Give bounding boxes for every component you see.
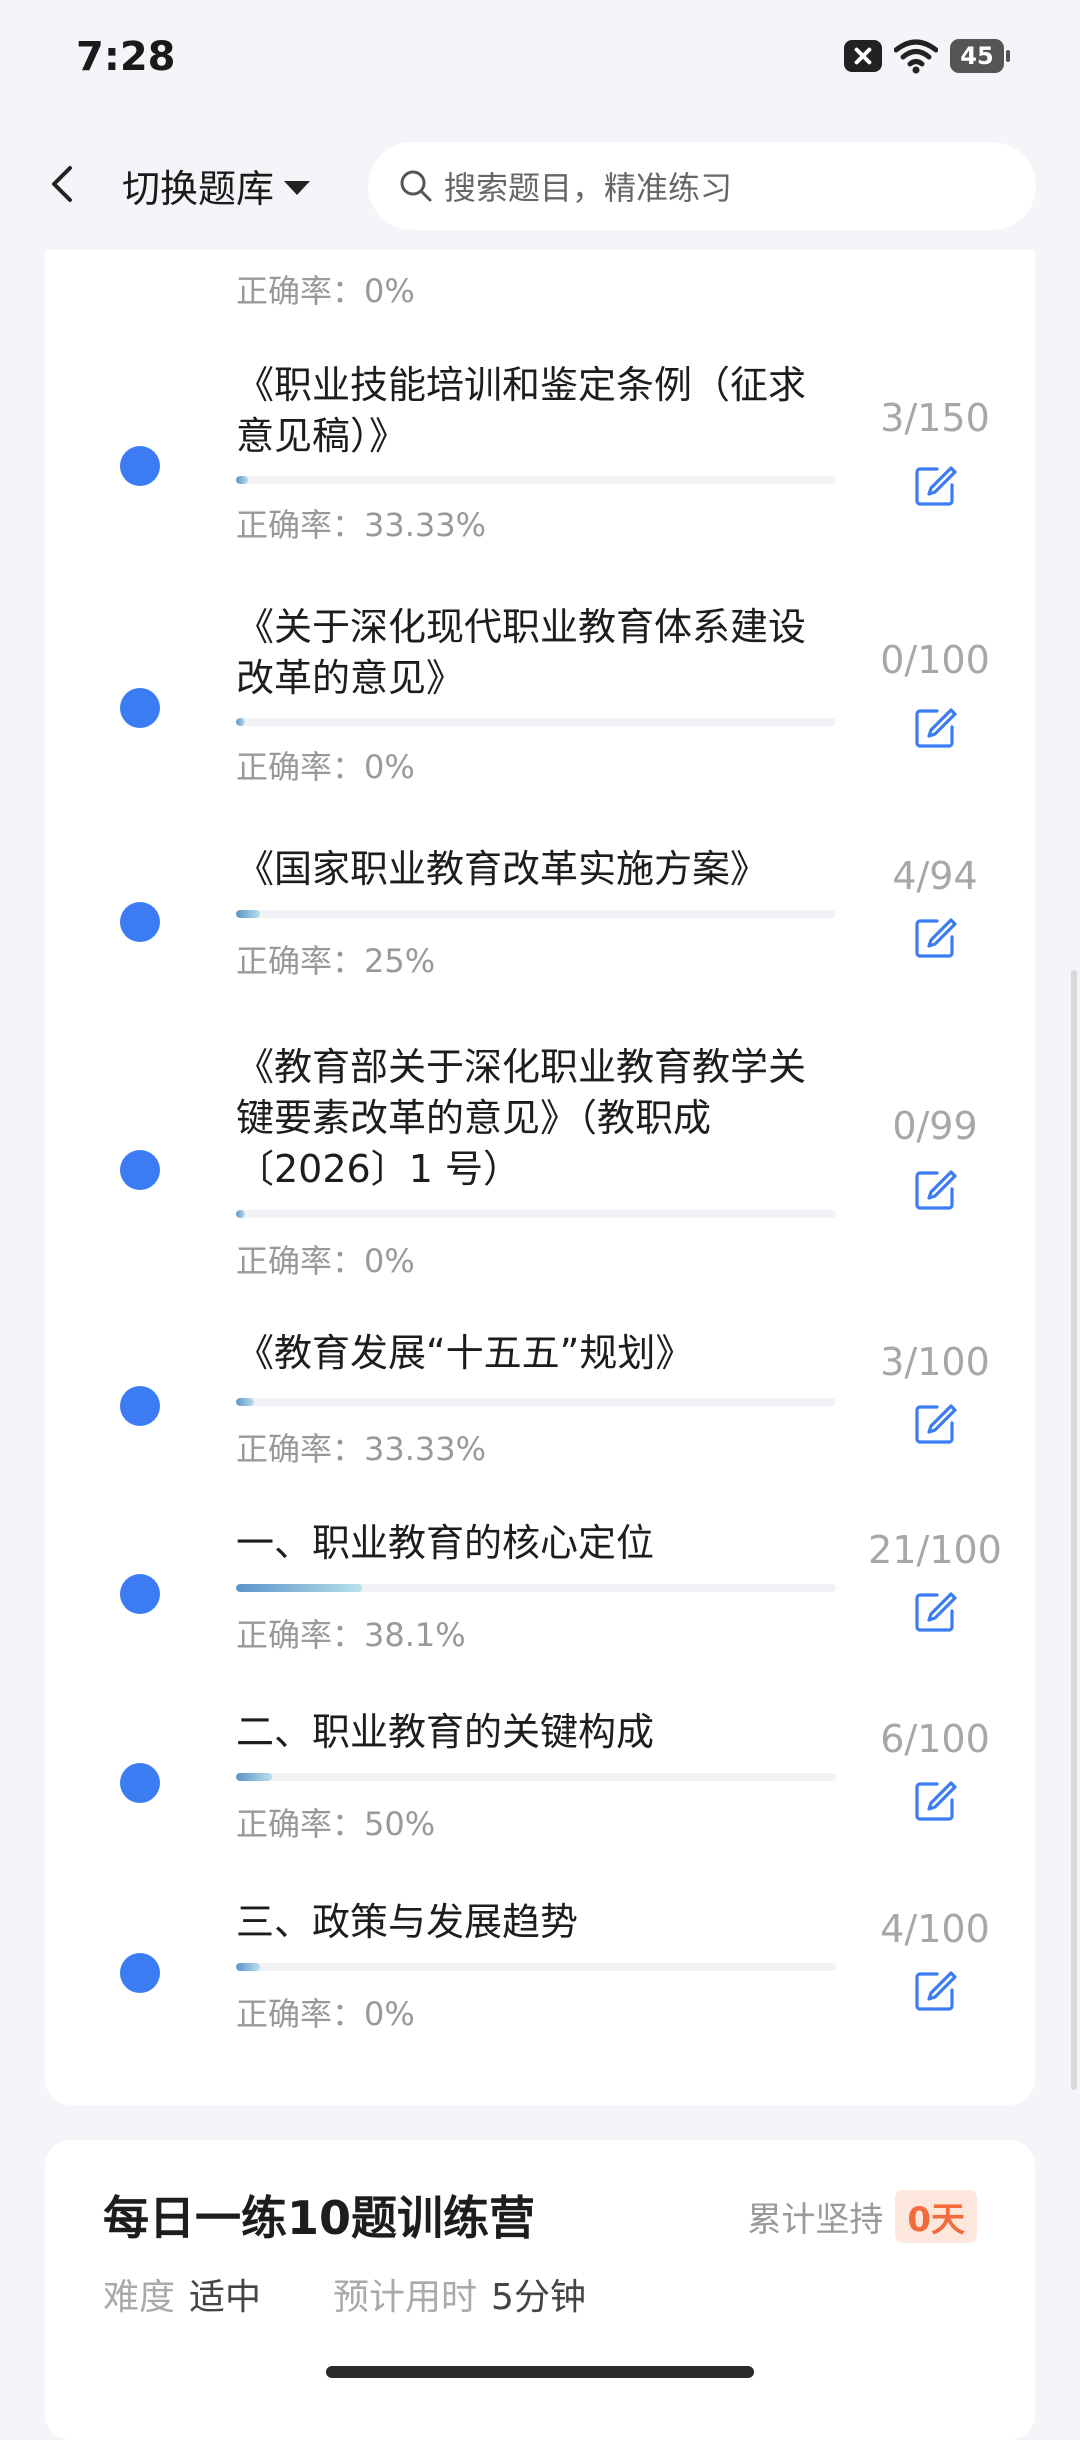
chapter-list: 正确率：0% 《职业技能培训和鉴定条例（征求意见稿）》 正确率：33.33% 3… — [0, 250, 1080, 2105]
progress-count: 4/100 — [880, 1907, 990, 1951]
item-title: 《关于深化现代职业教育体系建设改革的意见》 — [236, 605, 807, 700]
progress-count: 3/100 — [880, 1340, 990, 1384]
list-item[interactable]: 正确率：0% — [0, 250, 1080, 340]
search-input[interactable]: 搜索题目，精准练习 — [368, 142, 1036, 230]
progress-fill — [236, 1584, 362, 1592]
progress-track — [236, 910, 836, 918]
streak-label: 累计坚持 — [747, 2200, 884, 2240]
progress-fill — [236, 1398, 254, 1406]
status-dot — [120, 1150, 160, 1190]
accuracy-text: 正确率：0% — [236, 748, 415, 786]
accuracy-text: 正确率：25% — [236, 942, 436, 980]
switch-question-bank-label: 切换题库 — [122, 167, 275, 211]
accuracy-text: 正确率：0% — [236, 1242, 415, 1280]
edit-icon[interactable] — [913, 464, 957, 508]
battery-icon: 45 — [950, 39, 1010, 73]
streak-badge: 0天 — [895, 2190, 977, 2243]
progress-track — [236, 1584, 836, 1592]
edit-icon[interactable] — [913, 1168, 957, 1212]
progress-track — [236, 718, 836, 726]
daily-meta-row: 难度 适中 预计用时 5分钟 — [103, 2268, 658, 2320]
list-item[interactable]: 《国家职业教育改革实施方案》 正确率：25% 4/94 — [0, 844, 1080, 1044]
edit-icon[interactable] — [913, 916, 957, 960]
progress-count: 0/100 — [880, 638, 990, 682]
progress-count: 6/100 — [880, 1717, 990, 1761]
progress-track — [236, 1963, 836, 1971]
item-title: 《职业技能培训和鉴定条例（征求意见稿）》 — [236, 363, 807, 458]
home-indicator[interactable] — [326, 2366, 754, 2378]
difficulty-label: 难度 — [103, 2277, 176, 2318]
accuracy-text: 正确率：0% — [236, 1995, 415, 2033]
accuracy-text: 正确率：50% — [236, 1805, 436, 1843]
daily-practice-card[interactable]: 每日一练10题训练营 累计坚持 0天 难度 适中 预计用时 5分钟 — [45, 2140, 1035, 2440]
switch-question-bank-button[interactable]: 切换题库 — [122, 158, 311, 213]
progress-fill — [236, 1210, 245, 1218]
progress-fill — [236, 718, 245, 726]
edit-icon[interactable] — [913, 1590, 957, 1634]
progress-track — [236, 1210, 836, 1218]
search-icon — [400, 170, 432, 202]
list-item[interactable]: 三、政策与发展趋势 正确率：0% 4/100 — [0, 1897, 1080, 2097]
status-dot — [120, 688, 160, 728]
status-dot — [120, 1386, 160, 1426]
accuracy-text: 正确率：38.1% — [236, 1616, 466, 1654]
list-item[interactable]: 《职业技能培训和鉴定条例（征求意见稿）》 正确率：33.33% 3/150 — [0, 360, 1080, 600]
list-item[interactable]: 《教育发展“十五五”规划》 正确率：33.33% 3/100 — [0, 1328, 1080, 1528]
accuracy-text: 正确率：0% — [236, 272, 415, 310]
status-bar: 7:28 45 — [0, 0, 1080, 120]
estimated-time-value: 5分钟 — [491, 2277, 586, 2318]
progress-fill — [236, 910, 260, 918]
item-title: 《国家职业教育改革实施方案》 — [236, 847, 769, 891]
wifi-icon — [894, 39, 938, 74]
item-title: 一、职业教育的核心定位 — [236, 1521, 655, 1565]
list-item[interactable]: 《关于深化现代职业教育体系建设改革的意见》 正确率：0% 0/100 — [0, 602, 1080, 842]
progress-count: 0/99 — [892, 1104, 978, 1148]
edit-icon[interactable] — [913, 1402, 957, 1446]
list-item[interactable]: 一、职业教育的核心定位 正确率：38.1% 21/100 — [0, 1518, 1080, 1718]
status-dot — [120, 902, 160, 942]
progress-fill — [236, 1773, 272, 1781]
item-title: 三、政策与发展趋势 — [236, 1900, 579, 1944]
status-dot — [120, 1763, 160, 1803]
item-title: 二、职业教育的关键构成 — [236, 1710, 655, 1754]
item-title: 《教育发展“十五五”规划》 — [236, 1331, 694, 1375]
list-item[interactable]: 《教育部关于深化职业教育教学关键要素改革的意见》（教职成〔2026〕1 号） 正… — [0, 1042, 1080, 1322]
back-arrow-icon[interactable] — [40, 160, 88, 208]
progress-count: 21/100 — [868, 1528, 1002, 1572]
progress-fill — [236, 476, 248, 484]
item-title: 《教育部关于深化职业教育教学关键要素改革的意见》（教职成〔2026〕1 号） — [236, 1045, 807, 1191]
status-dot — [120, 1574, 160, 1614]
status-dot — [120, 1953, 160, 1993]
progress-track — [236, 1773, 836, 1781]
progress-count: 3/150 — [880, 396, 990, 440]
edit-icon[interactable] — [913, 706, 957, 750]
progress-count: 4/94 — [892, 854, 978, 898]
accuracy-text: 正确率：33.33% — [236, 506, 487, 544]
progress-track — [236, 1398, 836, 1406]
header: 切换题库 搜索题目，精准练习 — [0, 120, 1080, 250]
notification-close-icon — [844, 40, 882, 72]
caret-down-icon — [284, 180, 311, 195]
progress-fill — [236, 1963, 260, 1971]
daily-practice-title: 每日一练10题训练营 — [103, 2191, 536, 2245]
status-time: 7:28 — [76, 34, 176, 80]
streak-indicator: 累计坚持 0天 — [747, 2190, 977, 2243]
list-item[interactable]: 二、职业教育的关键构成 正确率：50% 6/100 — [0, 1707, 1080, 1907]
status-dot — [120, 446, 160, 486]
edit-icon[interactable] — [913, 1779, 957, 1823]
difficulty-value: 适中 — [189, 2277, 262, 2318]
scrollbar[interactable] — [1071, 970, 1077, 2090]
accuracy-text: 正确率：33.33% — [236, 1430, 487, 1468]
status-icons: 45 — [844, 38, 1010, 74]
edit-icon[interactable] — [913, 1969, 957, 2013]
estimated-time-label: 预计用时 — [333, 2277, 478, 2318]
search-placeholder: 搜索题目，精准练习 — [444, 169, 733, 207]
progress-track — [236, 476, 836, 484]
